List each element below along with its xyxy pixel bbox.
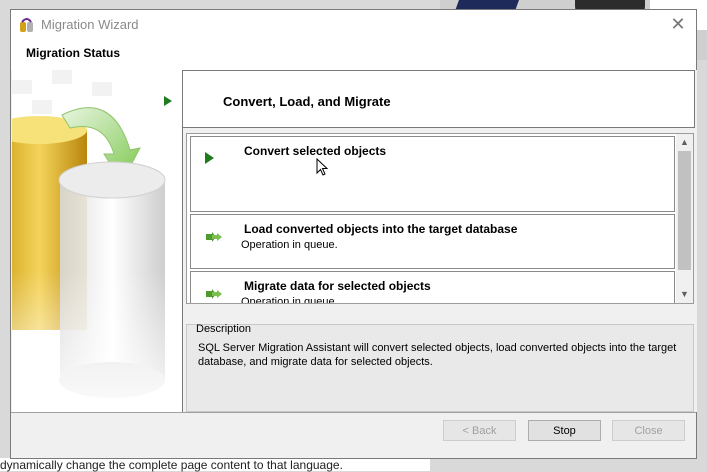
operation-status: Operation in queue. xyxy=(241,239,338,251)
app-icon xyxy=(20,18,33,32)
description-group: Description SQL Server Migration Assista… xyxy=(186,323,694,412)
scrollbar-thumb[interactable] xyxy=(678,151,691,270)
operation-title: Convert selected objects xyxy=(244,144,387,158)
page-title: Migration Status xyxy=(26,46,121,60)
footer-divider xyxy=(11,412,696,413)
description-text: SQL Server Migration Assistant will conv… xyxy=(198,342,677,368)
wizard-header: Migration Status xyxy=(11,40,696,70)
wizard-illustration-panel xyxy=(12,70,183,412)
step-title: Convert, Load, and Migrate xyxy=(223,94,391,109)
operation-title: Migrate data for selected objects xyxy=(244,279,431,293)
mouse-cursor-icon xyxy=(316,158,328,176)
window-title: Migration Wizard xyxy=(41,17,139,32)
close-button[interactable]: Close xyxy=(612,420,685,441)
title-bar: Migration Wizard ✕ xyxy=(11,10,696,40)
migration-wizard-dialog: Migration Wizard ✕ Migration Status Conv… xyxy=(10,9,697,459)
operation-item-migrate: Migrate data for selected objects Operat… xyxy=(190,271,675,304)
play-arrow-icon xyxy=(205,152,214,164)
wizard-content: Convert, Load, and Migrate Convert selec… xyxy=(183,70,697,412)
back-button[interactable]: < Back xyxy=(443,420,516,441)
stop-button[interactable]: Stop xyxy=(528,420,601,441)
operations-list[interactable]: Convert selected objects Load converted … xyxy=(186,133,694,304)
current-step-indicator-icon xyxy=(164,96,172,106)
operation-item-convert: Convert selected objects xyxy=(190,136,675,212)
scroll-down-icon[interactable]: ▼ xyxy=(676,286,693,303)
operation-title: Load converted objects into the target d… xyxy=(244,222,518,236)
operation-status: Operation in queue. xyxy=(241,296,338,304)
vertical-scrollbar[interactable]: ▲ ▼ xyxy=(676,134,693,303)
close-window-button[interactable]: ✕ xyxy=(668,14,688,34)
double-arrow-icon xyxy=(206,232,222,242)
background-page-text: dynamically change the complete page con… xyxy=(0,458,343,472)
description-label: Description xyxy=(196,323,252,335)
step-header: Convert, Load, and Migrate xyxy=(183,70,695,128)
double-arrow-icon xyxy=(206,289,222,299)
migration-illustration xyxy=(12,70,182,412)
scroll-up-icon[interactable]: ▲ xyxy=(676,134,693,151)
operation-item-load: Load converted objects into the target d… xyxy=(190,214,675,269)
